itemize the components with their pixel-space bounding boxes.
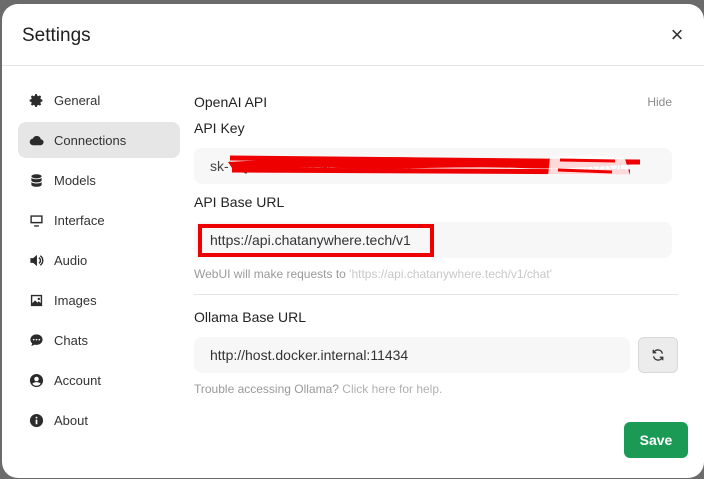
user-circle-icon — [28, 372, 44, 388]
api-key-tail: 7Q1QL — [584, 158, 626, 173]
settings-sidebar: General Connections Models Interface Aud… — [18, 82, 180, 442]
save-button[interactable]: Save — [624, 422, 688, 458]
dialog-title: Settings — [22, 25, 91, 46]
sidebar-item-connections[interactable]: Connections — [18, 122, 180, 158]
sidebar-item-interface[interactable]: Interface — [18, 202, 180, 238]
sidebar-item-label: Connections — [54, 132, 127, 148]
image-icon — [28, 292, 44, 308]
ollama-base-url-field[interactable]: http://host.docker.internal:11434 — [194, 337, 630, 373]
sidebar-item-chats[interactable]: Chats — [18, 322, 180, 358]
refresh-button[interactable] — [638, 337, 678, 373]
sidebar-item-label: Models — [54, 172, 96, 188]
section-divider — [194, 294, 678, 295]
speaker-icon — [28, 252, 44, 268]
close-button[interactable]: × — [666, 24, 688, 46]
refresh-icon — [652, 349, 664, 361]
sidebar-item-label: Interface — [54, 212, 105, 228]
hint-url: 'https://api.chatanywhere.tech/v1/chat' — [349, 267, 552, 281]
sidebar-item-label: Chats — [54, 332, 88, 348]
sidebar-item-audio[interactable]: Audio — [18, 242, 180, 278]
hint-prefix: WebUI will make requests to — [194, 267, 350, 281]
header-divider — [2, 65, 704, 66]
sidebar-item-account[interactable]: Account — [18, 362, 180, 398]
sidebar-item-general[interactable]: General — [18, 82, 180, 118]
sidebar-item-about[interactable]: About — [18, 402, 180, 438]
monitor-icon — [28, 212, 44, 228]
api-key-value: sk-YQRGTIB-TH9-OHM9E9-D2L… — [210, 158, 430, 174]
sidebar-item-images[interactable]: Images — [18, 282, 180, 318]
openai-section-header: OpenAI API Hide — [194, 92, 678, 112]
sidebar-item-label: Audio — [54, 252, 88, 268]
ollama-base-url-value: http://host.docker.internal:11434 — [210, 347, 409, 363]
ollama-base-url-label: Ollama Base URL — [194, 309, 307, 325]
api-base-url-label: API Base URL — [194, 194, 285, 210]
cloud-icon — [28, 132, 44, 148]
sidebar-item-label: Images — [54, 292, 97, 308]
sidebar-item-label: About — [54, 412, 88, 428]
api-key-field[interactable]: sk-YQRGTIB-TH9-OHM9E9-D2L… 7Q1QL — [194, 148, 672, 184]
close-icon: × — [670, 22, 684, 47]
ollama-hint: Trouble accessing Ollama? Click here for… — [194, 382, 442, 396]
hide-toggle[interactable]: Hide — [647, 95, 678, 109]
info-icon — [28, 412, 44, 428]
chat-bubble-icon — [28, 332, 44, 348]
ollama-help-link[interactable]: Click here for help. — [342, 382, 442, 396]
ollama-hint-prefix: Trouble accessing Ollama? — [194, 382, 343, 396]
sidebar-item-models[interactable]: Models — [18, 162, 180, 198]
sidebar-item-label: Account — [54, 372, 101, 388]
api-base-url-hint: WebUI will make requests to 'https://api… — [194, 267, 552, 281]
sidebar-item-label: General — [54, 92, 101, 108]
annotation-highlight-box — [198, 224, 434, 257]
section-title: OpenAI API — [194, 94, 268, 110]
api-key-label: API Key — [194, 120, 245, 136]
gear-icon — [28, 92, 44, 108]
database-icon — [28, 172, 44, 188]
